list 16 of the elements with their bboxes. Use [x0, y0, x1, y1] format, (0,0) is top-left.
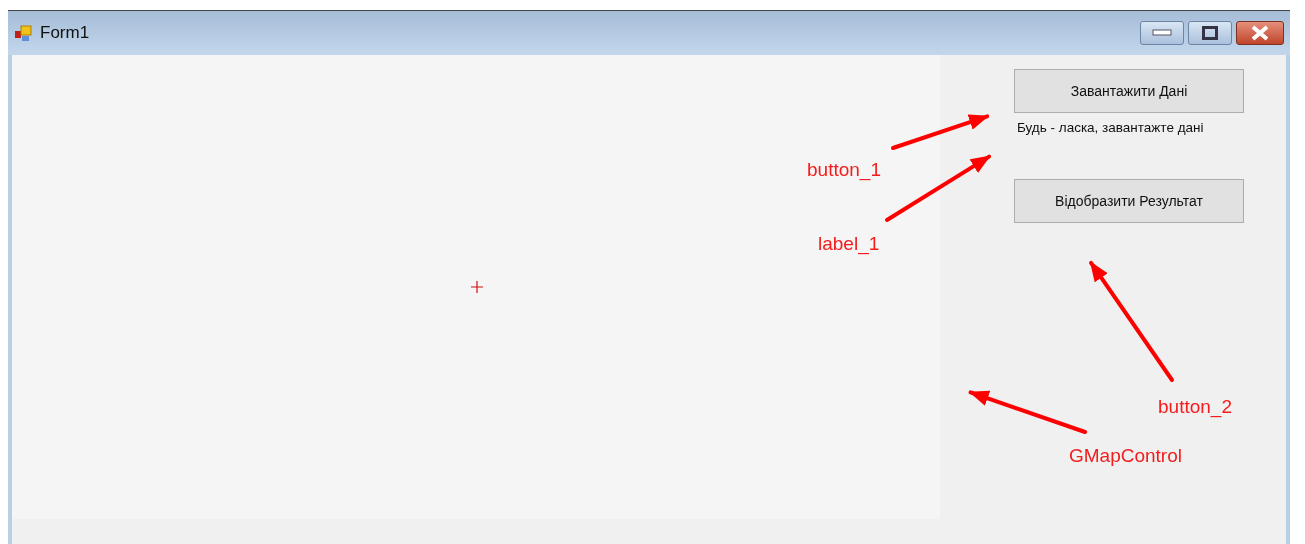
- maximize-icon: [1202, 26, 1218, 40]
- load-data-button[interactable]: Завантажити Дані: [1014, 69, 1244, 113]
- close-icon: [1250, 25, 1270, 41]
- window-title: Form1: [40, 23, 90, 43]
- show-result-button[interactable]: Відобразити Результат: [1014, 179, 1244, 223]
- app-icon: [14, 24, 34, 42]
- crosshair-icon: [471, 281, 483, 293]
- annotation-label: GMapControl: [1069, 445, 1182, 467]
- minimize-icon: [1152, 29, 1172, 37]
- annotation-label: button_1: [807, 159, 881, 181]
- status-label: Будь - ласка, завантажте дані: [1017, 119, 1205, 137]
- close-button[interactable]: [1236, 21, 1284, 45]
- maximize-button[interactable]: [1188, 21, 1232, 45]
- minimize-button[interactable]: [1140, 21, 1184, 45]
- annotation-label: label_1: [818, 233, 880, 255]
- annotation-label: button_2: [1158, 396, 1232, 418]
